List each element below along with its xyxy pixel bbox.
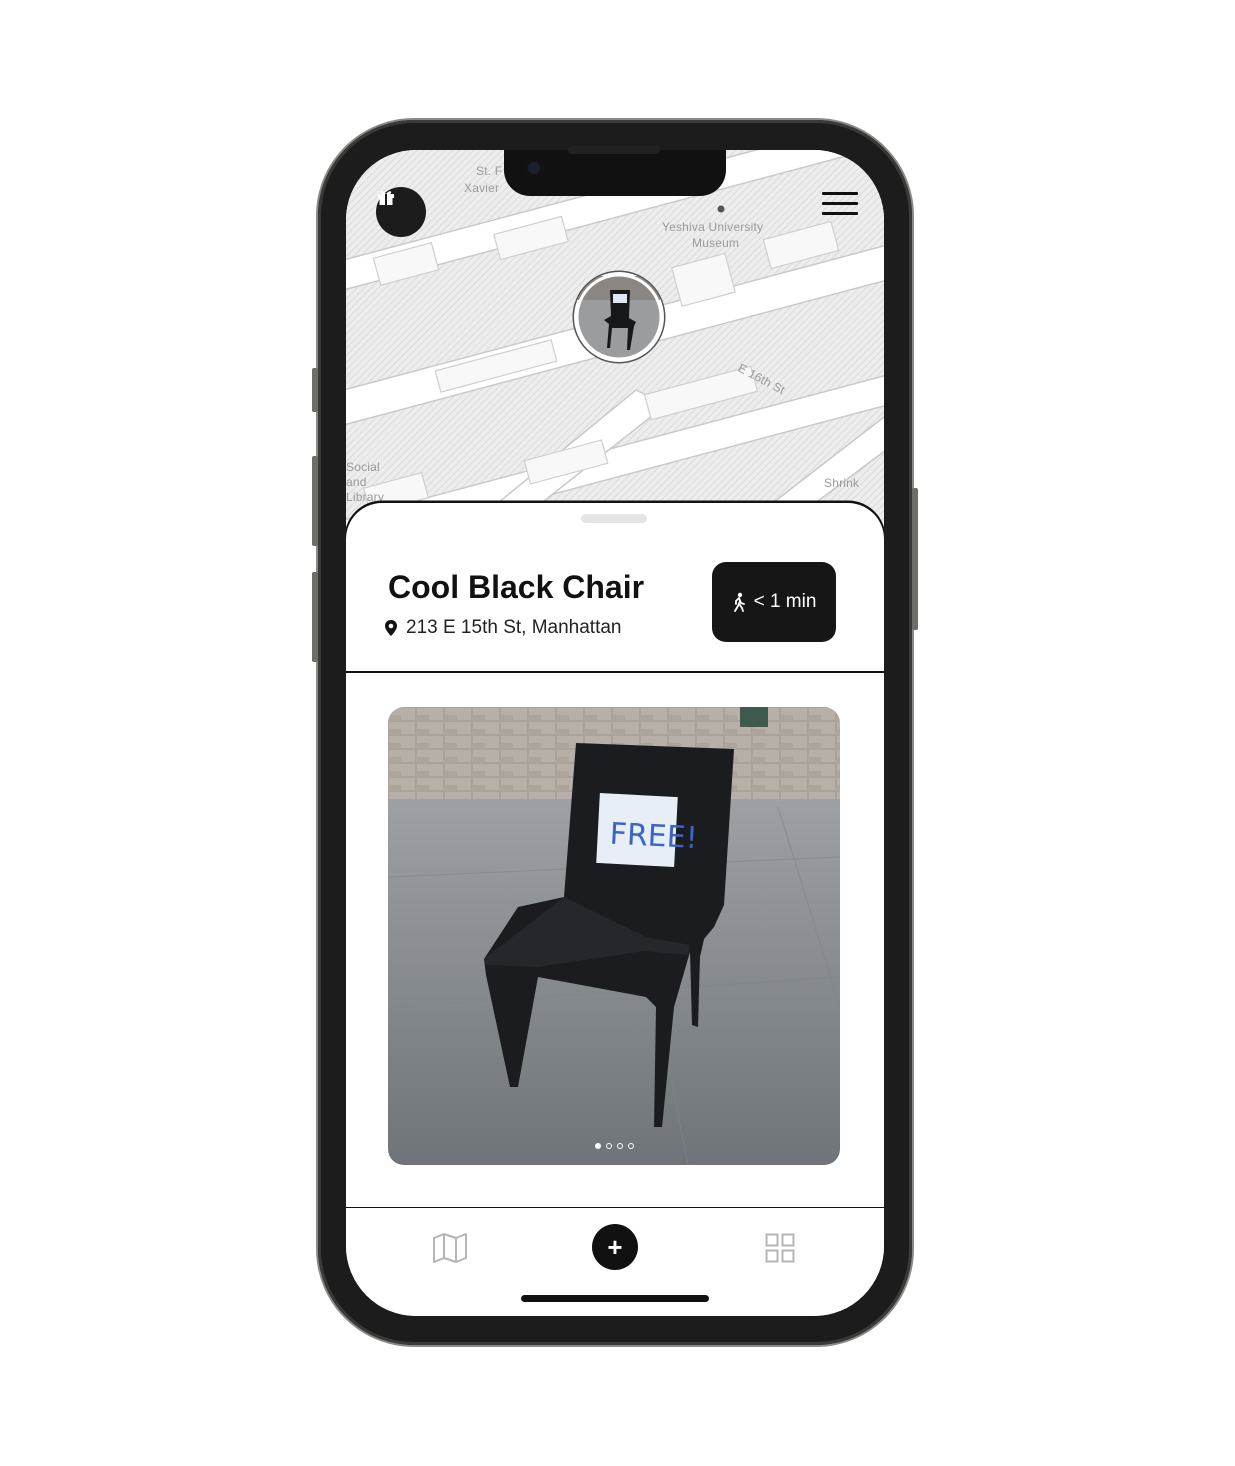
hamburger-line bbox=[822, 212, 858, 215]
add-button[interactable]: + bbox=[592, 1224, 638, 1270]
map-label: Shrink bbox=[824, 476, 860, 490]
map-label: and bbox=[346, 475, 367, 489]
listing-address-text: 213 E 15th St, Manhattan bbox=[406, 617, 622, 638]
map-label: Library bbox=[346, 490, 385, 504]
gift-icon bbox=[378, 191, 394, 205]
map-icon bbox=[433, 1233, 467, 1263]
map-label: Social bbox=[346, 460, 380, 474]
carousel-dot[interactable] bbox=[627, 1143, 634, 1149]
walk-time-badge[interactable]: < 1 min bbox=[712, 562, 836, 642]
plus-icon: + bbox=[607, 1232, 623, 1262]
gift-button[interactable] bbox=[376, 187, 426, 237]
carousel-dots[interactable] bbox=[388, 1143, 840, 1149]
carousel-dot[interactable] bbox=[594, 1143, 601, 1149]
side-button-mute bbox=[312, 368, 318, 412]
divider bbox=[346, 671, 884, 673]
speaker bbox=[568, 146, 660, 154]
carousel-dot[interactable] bbox=[616, 1143, 623, 1149]
tab-grid[interactable] bbox=[762, 1230, 798, 1266]
map-label: Xavier bbox=[464, 181, 500, 195]
hamburger-menu-icon bbox=[822, 192, 858, 195]
map-label: Yeshiva University bbox=[662, 220, 764, 234]
side-button-volume-up bbox=[312, 456, 318, 546]
grid-icon bbox=[765, 1233, 795, 1263]
walking-person-icon bbox=[733, 592, 745, 612]
front-camera bbox=[524, 158, 544, 178]
listing-title: Cool Black Chair bbox=[388, 569, 645, 605]
screen: St. F Xavier Yeshiva University Museum E… bbox=[346, 150, 884, 1316]
home-indicator[interactable] bbox=[521, 1295, 709, 1302]
side-button-power bbox=[912, 488, 918, 630]
listing-sheet: Cool Black Chair 213 E 15th St, Manhatta… bbox=[346, 503, 884, 1223]
location-pin-icon bbox=[385, 620, 397, 636]
sheet-drag-handle[interactable] bbox=[581, 514, 647, 523]
side-button-volume-down bbox=[312, 572, 318, 662]
walk-time-text: < 1 min bbox=[753, 591, 817, 612]
photo-sign-text: FREE! bbox=[609, 817, 699, 857]
map-label: Museum bbox=[692, 236, 740, 250]
carousel-dot[interactable] bbox=[605, 1143, 612, 1149]
chair-photo-icon bbox=[575, 273, 663, 361]
listing-address: 213 E 15th St, Manhattan bbox=[384, 617, 622, 639]
hamburger-line bbox=[822, 202, 858, 205]
tab-bar: + bbox=[346, 1207, 884, 1316]
listing-photo-carousel[interactable]: FREE! bbox=[388, 707, 840, 1165]
chair-photo: FREE! bbox=[388, 707, 840, 1165]
tab-map[interactable] bbox=[430, 1228, 470, 1268]
map-label: St. F bbox=[476, 164, 503, 178]
menu-button[interactable] bbox=[822, 192, 858, 222]
map-pin-chair[interactable] bbox=[574, 272, 664, 362]
notch bbox=[504, 146, 726, 196]
